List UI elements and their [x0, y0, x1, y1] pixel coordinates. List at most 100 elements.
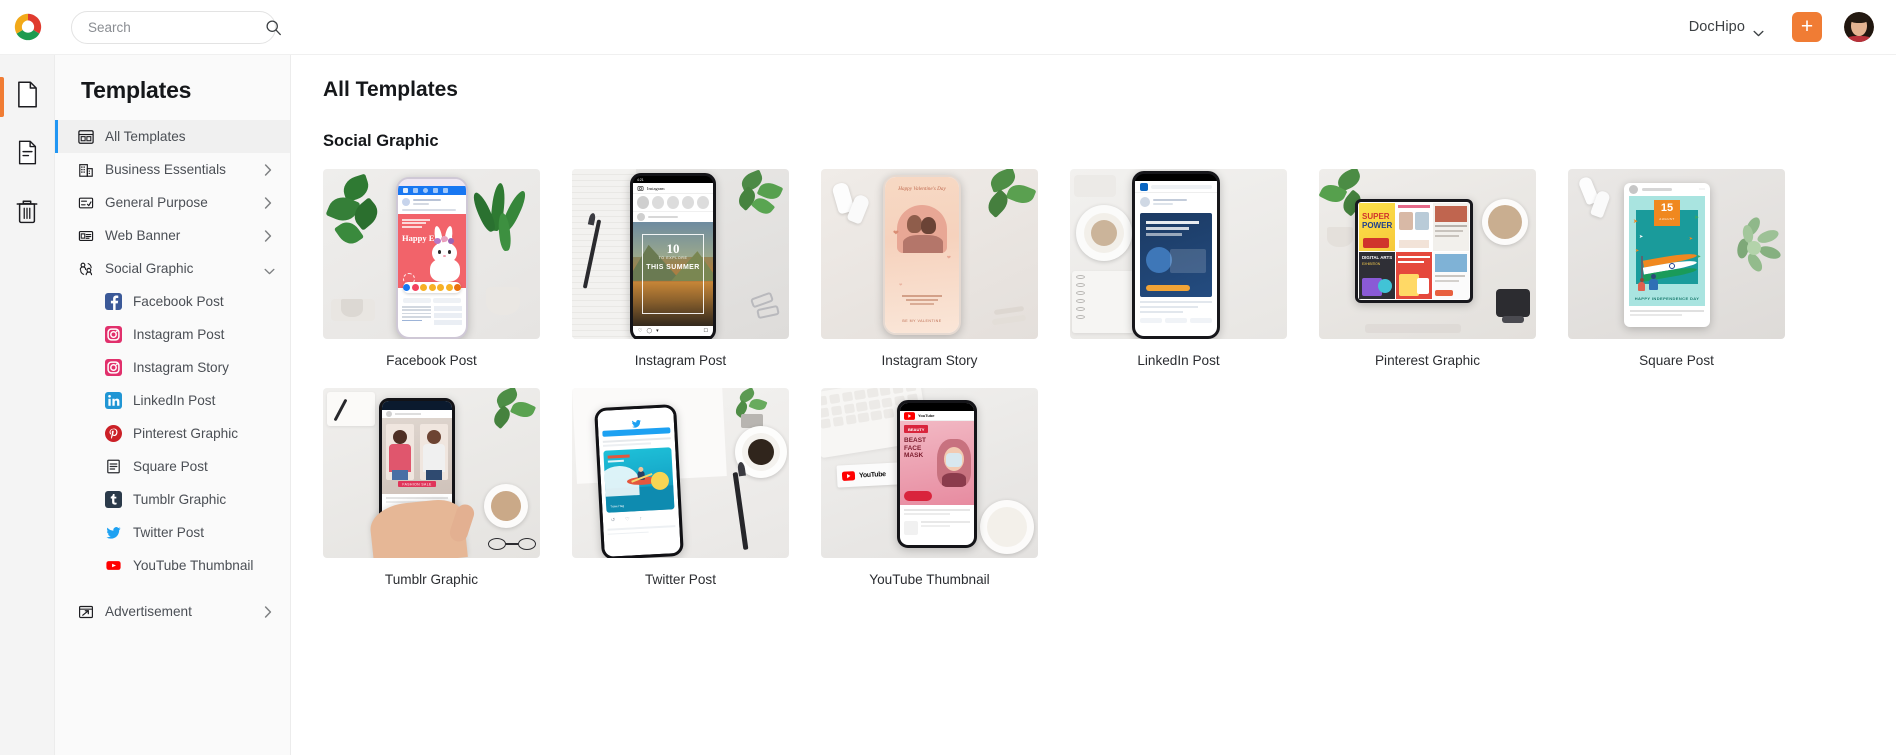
- main-content: All Templates Social Graphic Happy Easte…: [292, 55, 1896, 755]
- thumb-scene-facebook: Happy Easter: [323, 169, 540, 339]
- template-thumbnail[interactable]: [1070, 169, 1287, 339]
- thumb-scene-twitter: Travel Tag ↺ ♡ ↑: [572, 388, 789, 558]
- linkedin-icon: [105, 392, 122, 409]
- template-card-label: Instagram Story: [881, 353, 978, 368]
- lined-document-icon: [17, 140, 38, 170]
- icon-rail: [0, 55, 55, 755]
- template-thumbnail[interactable]: Happy Valentine's Day ❤ ❤ ❤ BE MY VALENT…: [821, 169, 1038, 339]
- sidebar-item-label: Advertisement: [105, 604, 192, 619]
- rail-item-documents[interactable]: [0, 68, 55, 126]
- sidebar-subitem-instagram-post[interactable]: Instagram Post: [55, 318, 290, 351]
- chevron-down-icon[interactable]: [1753, 24, 1764, 36]
- sidebar-subitem-square-post[interactable]: Square Post: [55, 450, 290, 483]
- template-card-tumblr-graphic[interactable]: FASHION SALE ▶: [323, 388, 540, 587]
- trash-icon: [15, 198, 39, 229]
- sidebar-subitem-instagram-story[interactable]: Instagram Story: [55, 351, 290, 384]
- template-card-instagram-story[interactable]: Happy Valentine's Day ❤ ❤ ❤ BE MY VALENT…: [821, 169, 1038, 368]
- search-box[interactable]: [71, 10, 281, 44]
- thumb-scene-square-post: ⋯ 15 AUGUST ➤ ➤ ➤ ➤ ➤ ➤ HAPPY INDEPENDEN…: [1568, 169, 1785, 339]
- template-card-youtube-thumbnail[interactable]: YouTube YouTube BEAUTY BEAST FACE MASK Y…: [821, 388, 1038, 587]
- checklist-icon: [77, 194, 94, 211]
- sidebar-item-advertisement[interactable]: Advertisement: [55, 595, 290, 628]
- template-card-square-post[interactable]: ⋯ 15 AUGUST ➤ ➤ ➤ ➤ ➤ ➤ HAPPY INDEPENDEN…: [1568, 169, 1785, 368]
- sidebar-subitem-label: LinkedIn Post: [133, 393, 216, 408]
- brand-name: DocHipo: [1688, 19, 1745, 35]
- template-thumbnail[interactable]: ⋯ 15 AUGUST ➤ ➤ ➤ ➤ ➤ ➤ HAPPY INDEPENDEN…: [1568, 169, 1785, 339]
- twitter-icon: [105, 524, 122, 541]
- sidebar-subitem-label: Instagram Story: [133, 360, 229, 375]
- plus-icon: +: [1800, 14, 1814, 38]
- template-thumbnail[interactable]: Travel Tag ↺ ♡ ↑: [572, 388, 789, 558]
- advertisement-icon: [77, 603, 94, 620]
- sidebar-title: Templates: [81, 77, 192, 103]
- template-thumbnail[interactable]: SUPER POWER DIGITAL ARTS EXHIBITION: [1319, 169, 1536, 339]
- app-window: DocHipo +: [0, 0, 1896, 755]
- square-post-icon: [105, 458, 122, 475]
- thumb-scene-linkedin: [1070, 169, 1287, 339]
- template-card-label: Tumblr Graphic: [384, 572, 479, 587]
- section-title: Social Graphic: [323, 132, 439, 150]
- template-card-twitter-post[interactable]: Travel Tag ↺ ♡ ↑ Twitter Post: [572, 388, 789, 587]
- phone-mockup: Happy Easter: [396, 177, 468, 339]
- chevron-down-icon[interactable]: [264, 263, 275, 275]
- thumb-scene-youtube: YouTube YouTube BEAUTY BEAST FACE MASK: [821, 388, 1038, 558]
- template-card-label: Instagram Post: [634, 353, 727, 368]
- avatar-shirt: [1847, 36, 1871, 42]
- facebook-icon: [105, 293, 122, 310]
- sidebar-subitem-linkedin-post[interactable]: LinkedIn Post: [55, 384, 290, 417]
- template-thumbnail[interactable]: FASHION SALE ▶: [323, 388, 540, 558]
- sidebar-subitem-pinterest-graphic[interactable]: Pinterest Graphic: [55, 417, 290, 450]
- rail-item-trash[interactable]: [0, 184, 55, 242]
- template-card-label: Twitter Post: [644, 572, 716, 587]
- dochipo-logo[interactable]: [0, 0, 55, 55]
- sidebar-subitem-twitter-post[interactable]: Twitter Post: [55, 516, 290, 549]
- sidebar-subitem-label: Tumblr Graphic: [133, 492, 227, 507]
- template-card-label: YouTube Thumbnail: [869, 572, 990, 587]
- creative-text: Happy Valentine's Day: [898, 186, 946, 192]
- instagram-icon: [105, 326, 122, 343]
- youtube-icon: [105, 557, 122, 574]
- template-thumbnail[interactable]: YouTube YouTube BEAUTY BEAST FACE MASK: [821, 388, 1038, 558]
- banner-icon: [77, 227, 94, 244]
- page-title: All Templates: [323, 78, 458, 101]
- thumb-scene-instagram: 4:21 Instagram 10 TO EXPLORE THIS SUMMER…: [572, 169, 789, 339]
- sidebar-subitem-facebook-post[interactable]: Facebook Post: [55, 285, 290, 318]
- chevron-right-icon[interactable]: [264, 163, 272, 176]
- template-card-facebook-post[interactable]: Happy Easter Facebook Post: [323, 169, 540, 368]
- chevron-right-icon[interactable]: [264, 196, 272, 209]
- sidebar-subitem-youtube-thumbnail[interactable]: YouTube Thumbnail: [55, 549, 290, 582]
- create-new-button[interactable]: +: [1792, 12, 1822, 42]
- sidebar-item-business-essentials[interactable]: Business Essentials: [55, 153, 290, 186]
- sidebar-item-general-purpose[interactable]: General Purpose: [55, 186, 290, 219]
- brand-dropdown[interactable]: DocHipo: [1688, 19, 1764, 36]
- thumb-scene-instagram-story: Happy Valentine's Day ❤ ❤ ❤ BE MY VALENT…: [821, 169, 1038, 339]
- search-icon[interactable]: [265, 19, 282, 36]
- sidebar-subitem-label: Facebook Post: [133, 294, 224, 309]
- templates-sidebar: Templates All Templates Business Essenti…: [55, 55, 291, 755]
- template-card-instagram-post[interactable]: 4:21 Instagram 10 TO EXPLORE THIS SUMMER…: [572, 169, 789, 368]
- template-card-pinterest-graphic[interactable]: SUPER POWER DIGITAL ARTS EXHIBITION Pint…: [1319, 169, 1536, 368]
- sidebar-item-all-templates[interactable]: All Templates: [55, 120, 290, 153]
- chevron-right-icon[interactable]: [264, 605, 272, 618]
- sidebar-item-web-banner[interactable]: Web Banner: [55, 219, 290, 252]
- sidebar-subitem-tumblr-graphic[interactable]: Tumblr Graphic: [55, 483, 290, 516]
- sidebar-item-label: All Templates: [105, 129, 186, 144]
- rail-item-my-templates[interactable]: [0, 126, 55, 184]
- thumb-scene-pinterest: SUPER POWER DIGITAL ARTS EXHIBITION: [1319, 169, 1536, 339]
- sidebar-item-label: Social Graphic: [105, 261, 194, 276]
- chevron-right-icon[interactable]: [264, 229, 272, 242]
- template-card-label: Square Post: [1639, 353, 1714, 368]
- phone-mockup: Happy Valentine's Day ❤ ❤ ❤ BE MY VALENT…: [883, 175, 961, 335]
- sidebar-subitem-label: YouTube Thumbnail: [133, 558, 254, 573]
- template-card-label: Pinterest Graphic: [1374, 353, 1481, 368]
- template-card-linkedin-post[interactable]: LinkedIn Post: [1070, 169, 1287, 368]
- sidebar-subitem-label: Twitter Post: [133, 525, 205, 540]
- sidebar-item-social-graphic[interactable]: Social Graphic: [55, 252, 290, 285]
- top-header: DocHipo +: [0, 0, 1896, 55]
- template-thumbnail[interactable]: Happy Easter: [323, 169, 540, 339]
- template-thumbnail[interactable]: 4:21 Instagram 10 TO EXPLORE THIS SUMMER…: [572, 169, 789, 339]
- search-input[interactable]: [88, 19, 265, 35]
- user-avatar[interactable]: [1844, 12, 1874, 42]
- header-actions: DocHipo +: [1689, 12, 1896, 42]
